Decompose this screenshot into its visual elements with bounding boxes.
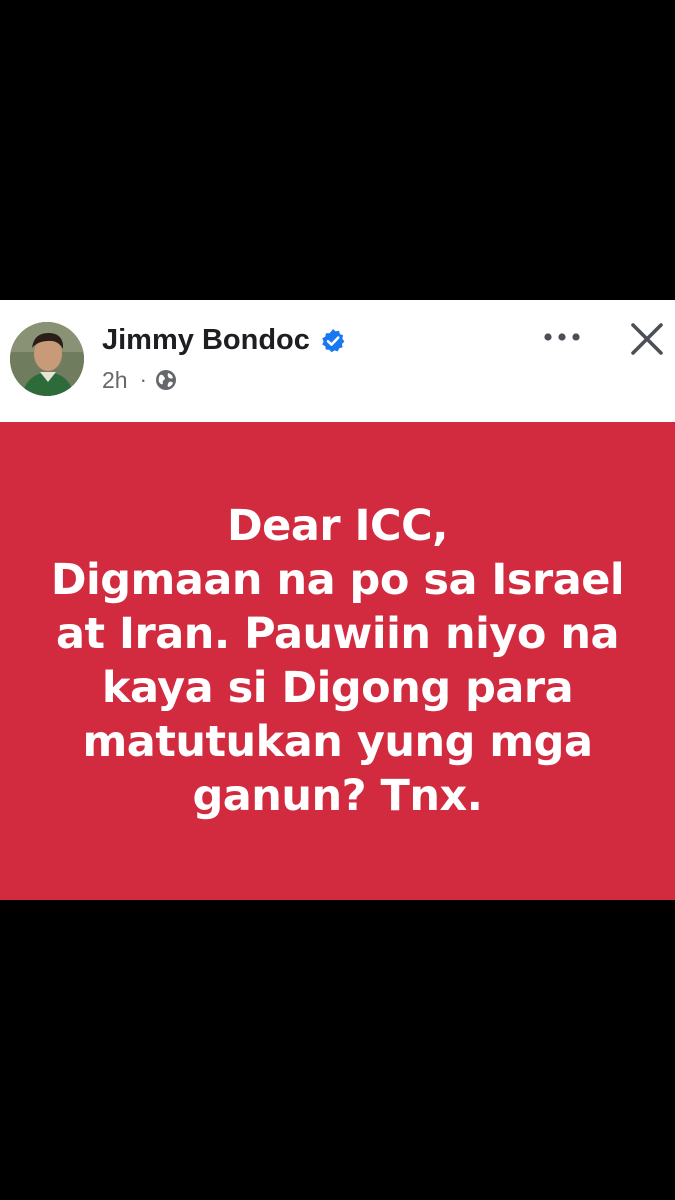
- meta-separator: ·: [139, 367, 147, 392]
- facebook-post: Jimmy Bondoc 2h · Dear ICC, Digmaan na p…: [0, 300, 675, 900]
- post-text-line: at Iran. Pauwiin niyo na: [56, 609, 619, 659]
- post-text-line: kaya si Digong para: [101, 663, 574, 713]
- post-text-line: Dear ICC,: [226, 501, 449, 551]
- author-avatar[interactable]: [10, 322, 84, 396]
- post-header: Jimmy Bondoc 2h ·: [0, 300, 675, 422]
- author-name[interactable]: Jimmy Bondoc: [102, 322, 310, 358]
- post-content-card: Dear ICC, Digmaan na po sa Israel at Ira…: [0, 422, 675, 900]
- post-meta: 2h ·: [102, 364, 177, 396]
- avatar-image: [10, 322, 84, 396]
- post-text-line: ganun? Tnx.: [192, 771, 483, 821]
- close-icon[interactable]: [628, 320, 666, 358]
- more-options-icon[interactable]: [540, 322, 584, 352]
- screen: Jimmy Bondoc 2h · Dear ICC, Digmaan na p…: [0, 0, 675, 1200]
- post-text-line: matutukan yung mga: [82, 717, 593, 767]
- globe-icon[interactable]: [155, 369, 177, 391]
- post-text: Dear ICC, Digmaan na po sa Israel at Ira…: [31, 499, 644, 823]
- post-time[interactable]: 2h: [102, 367, 128, 394]
- verified-badge-icon: [322, 329, 345, 353]
- post-text-line: Digmaan na po sa Israel: [50, 555, 625, 605]
